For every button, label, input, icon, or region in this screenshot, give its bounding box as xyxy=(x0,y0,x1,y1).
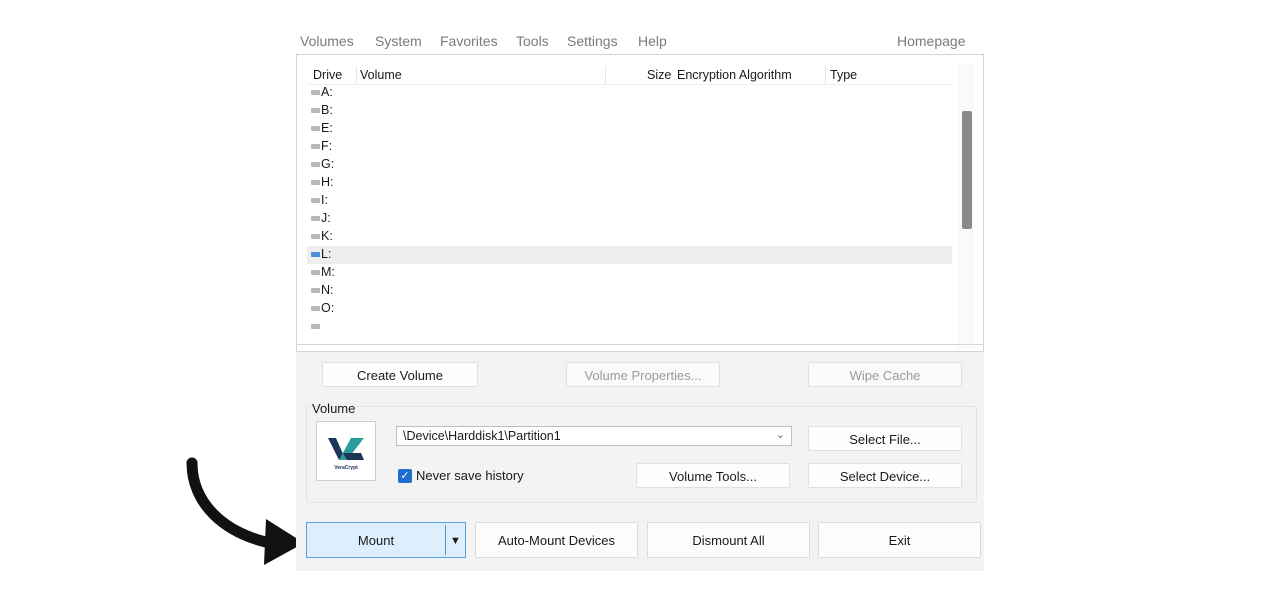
volume-group-label: Volume xyxy=(312,401,356,416)
drive-icon xyxy=(311,270,320,275)
column-separator xyxy=(605,66,606,84)
drive-label: K: xyxy=(321,229,333,243)
drive-icon xyxy=(311,234,320,239)
mount-button[interactable]: Mount ▼ xyxy=(306,522,466,558)
drive-row-k[interactable]: K: xyxy=(307,228,952,246)
drive-list-body: Drive Volume Size Encryption Algorithm T… xyxy=(307,62,952,351)
drive-label: L: xyxy=(321,247,332,261)
auto-mount-devices-button[interactable]: Auto-Mount Devices xyxy=(475,522,638,558)
drive-label: F: xyxy=(321,139,333,153)
drive-icon xyxy=(311,252,320,257)
menu-homepage[interactable]: Homepage xyxy=(897,33,966,49)
caret-down-icon[interactable]: ▼ xyxy=(450,523,461,559)
drive-icon xyxy=(311,108,320,113)
drive-icon xyxy=(311,288,320,293)
column-separator xyxy=(825,66,826,84)
column-type[interactable]: Type xyxy=(830,68,857,82)
select-device-button[interactable]: Select Device... xyxy=(808,463,962,488)
volume-path-combobox[interactable]: \Device\Harddisk1\Partition1 ⌄ xyxy=(396,426,792,446)
menu-settings[interactable]: Settings xyxy=(567,33,618,49)
drive-label: N: xyxy=(321,283,334,297)
drive-icon xyxy=(311,90,320,95)
drive-row-m[interactable]: M: xyxy=(307,264,952,282)
drive-row-j[interactable]: J: xyxy=(307,210,952,228)
dismount-all-button[interactable]: Dismount All xyxy=(647,522,810,558)
drive-row-l[interactable]: L: xyxy=(307,246,952,264)
drive-icon xyxy=(311,180,320,185)
drive-row-a[interactable]: A: xyxy=(307,84,952,102)
drive-label: O: xyxy=(321,301,335,315)
drive-icon xyxy=(311,126,320,131)
wipe-cache-button[interactable]: Wipe Cache xyxy=(808,362,962,387)
drive-row-g[interactable]: G: xyxy=(307,156,952,174)
never-save-history-checkbox[interactable]: ✓ xyxy=(398,469,412,483)
veracrypt-logo: VeraCrypt xyxy=(316,421,376,481)
create-volume-button[interactable]: Create Volume xyxy=(322,362,478,387)
menu-favorites[interactable]: Favorites xyxy=(440,33,498,49)
drive-row-i[interactable]: I: xyxy=(307,192,952,210)
drive-row-h[interactable]: H: xyxy=(307,174,952,192)
column-size[interactable]: Size xyxy=(647,68,671,82)
menu-bar: Volumes System Favorites Tools Settings … xyxy=(296,28,984,54)
drive-icon xyxy=(311,306,320,311)
drive-label: E: xyxy=(321,121,333,135)
drive-row-b[interactable]: B: xyxy=(307,102,952,120)
column-volume[interactable]: Volume xyxy=(360,68,402,82)
column-separator xyxy=(356,66,357,84)
column-encryption[interactable]: Encryption Algorithm xyxy=(677,68,792,82)
drive-icon xyxy=(311,216,320,221)
drive-label: B: xyxy=(321,103,333,117)
drive-list[interactable]: Drive Volume Size Encryption Algorithm T… xyxy=(296,54,984,352)
veracrypt-logo-icon: VeraCrypt xyxy=(328,438,364,471)
section-divider xyxy=(296,344,984,345)
drive-row-e[interactable]: E: xyxy=(307,120,952,138)
never-save-history-label[interactable]: Never save history xyxy=(416,468,524,483)
drive-icon xyxy=(311,324,320,329)
drive-icon xyxy=(311,162,320,167)
drive-label: I: xyxy=(321,193,328,207)
veracrypt-window: Volumes System Favorites Tools Settings … xyxy=(296,28,984,571)
drive-label: J: xyxy=(321,211,331,225)
drive-icon xyxy=(311,198,320,203)
menu-tools[interactable]: Tools xyxy=(516,33,549,49)
menu-system[interactable]: System xyxy=(375,33,422,49)
drive-icon xyxy=(311,144,320,149)
menu-help[interactable]: Help xyxy=(638,33,667,49)
curved-arrow-icon xyxy=(186,457,304,565)
drive-label: M: xyxy=(321,265,335,279)
volume-tools-button[interactable]: Volume Tools... xyxy=(636,463,790,488)
chevron-down-icon[interactable]: ⌄ xyxy=(776,428,785,441)
drive-label: A: xyxy=(321,85,333,99)
mount-split-divider xyxy=(445,525,446,555)
drive-label: H: xyxy=(321,175,334,189)
drive-row-partial[interactable] xyxy=(307,318,952,336)
volume-properties-button[interactable]: Volume Properties... xyxy=(566,362,720,387)
menu-volumes[interactable]: Volumes xyxy=(300,33,354,49)
drive-label: G: xyxy=(321,157,335,171)
select-file-button[interactable]: Select File... xyxy=(808,426,962,451)
column-drive[interactable]: Drive xyxy=(313,68,342,82)
checkmark-icon: ✓ xyxy=(400,470,410,482)
volume-path-value: \Device\Harddisk1\Partition1 xyxy=(403,429,561,443)
drive-row-o[interactable]: O: xyxy=(307,300,952,318)
drive-row-f[interactable]: F: xyxy=(307,138,952,156)
drive-row-n[interactable]: N: xyxy=(307,282,952,300)
scrollbar-thumb[interactable] xyxy=(962,111,972,229)
exit-button[interactable]: Exit xyxy=(818,522,981,558)
svg-text:VeraCrypt: VeraCrypt xyxy=(334,465,358,471)
mount-button-label: Mount xyxy=(357,533,395,548)
